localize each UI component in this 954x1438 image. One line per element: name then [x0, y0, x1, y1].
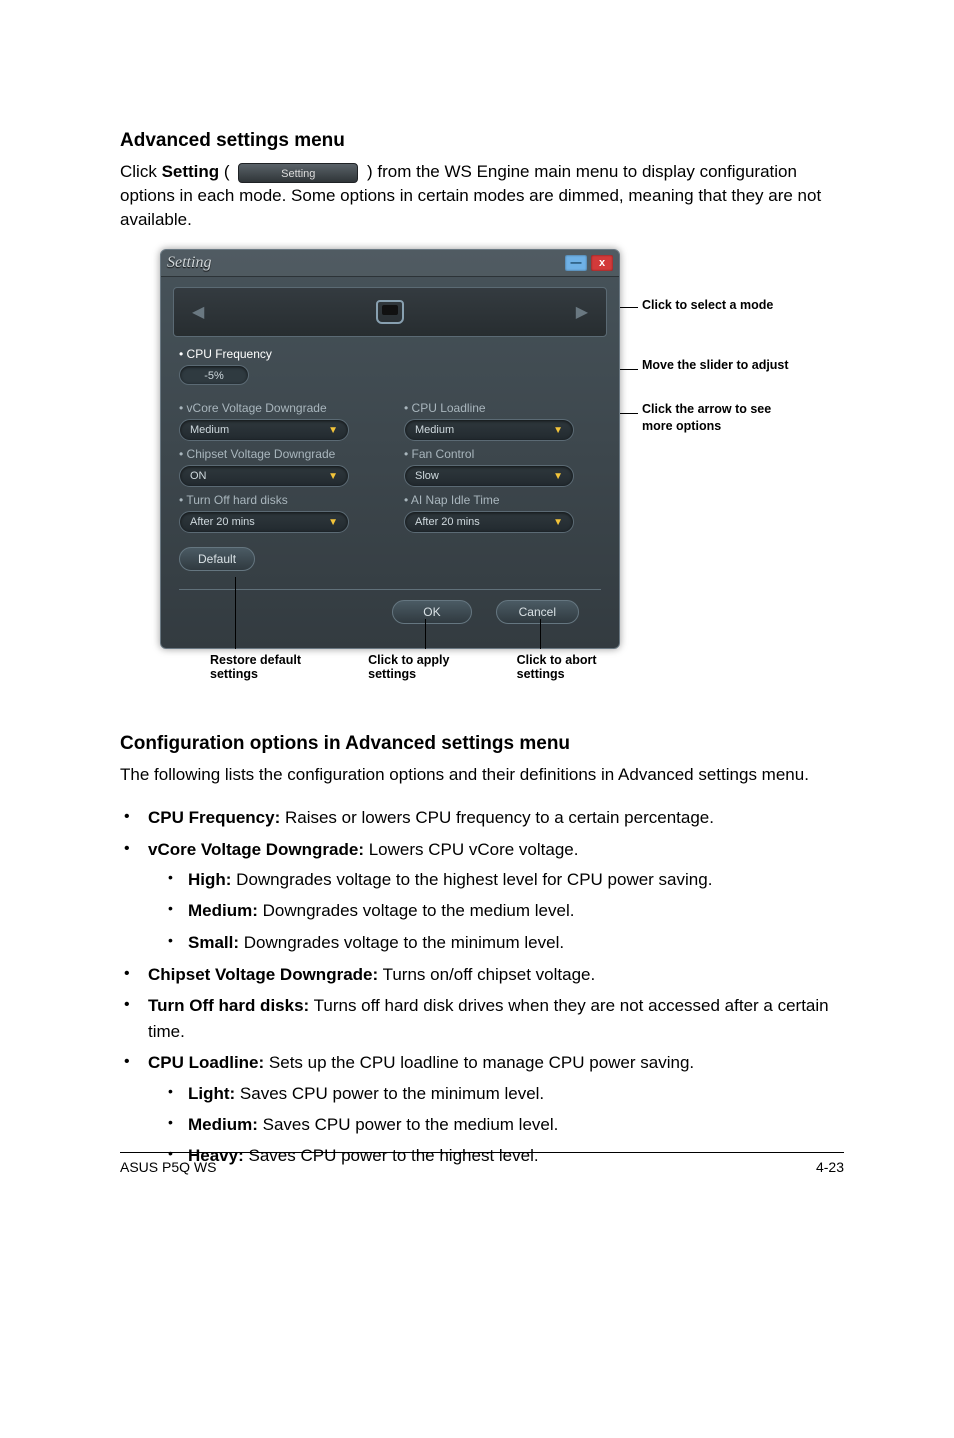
mode-prev-icon[interactable]: ◀ [192, 302, 204, 322]
default-button[interactable]: Default [179, 547, 255, 571]
footer-left: ASUS P5Q WS [120, 1159, 216, 1175]
dropdown-arrow-icon[interactable]: ▼ [328, 471, 338, 482]
close-button[interactable]: x [591, 255, 613, 271]
item-name: Light: [188, 1084, 235, 1103]
advanced-intro-paragraph: Click Setting ( Setting ) from the WS En… [120, 160, 844, 231]
list-item: Medium: Downgrades voltage to the medium… [148, 897, 844, 924]
list-item: vCore Voltage Downgrade: Lowers CPU vCor… [120, 837, 844, 956]
dropdown-arrow-icon[interactable]: ▼ [553, 471, 563, 482]
sub-list: High: Downgrades voltage to the highest … [148, 866, 844, 956]
item-name: vCore Voltage Downgrade: [148, 840, 364, 859]
callout-slider: Move the slider to adjust [642, 357, 789, 373]
callout-apply: Click to apply settings [368, 653, 472, 681]
cancel-button[interactable]: Cancel [496, 600, 579, 624]
callout-select-mode: Click to select a mode [642, 297, 773, 313]
ai-nap-value: After 20 mins [415, 516, 480, 528]
mode-next-icon[interactable]: ▶ [576, 302, 588, 322]
intro-open-paren: ( [219, 162, 234, 181]
item-desc: Raises or lowers CPU frequency to a cert… [280, 808, 714, 827]
item-desc: Turns on/off chipset voltage. [378, 965, 595, 984]
list-item: Turn Off hard disks: Turns off hard disk… [120, 993, 844, 1044]
item-name: Medium: [188, 901, 258, 920]
item-name: CPU Loadline: [148, 1053, 264, 1072]
list-item: Small: Downgrades voltage to the minimum… [148, 929, 844, 956]
item-name: Small: [188, 933, 239, 952]
setting-title: Setting [167, 254, 561, 272]
cpu-frequency-slider-value[interactable]: -5% [179, 365, 249, 385]
cpu-loadline-label: • CPU Loadline [404, 401, 601, 415]
dropdown-arrow-icon[interactable]: ▼ [328, 425, 338, 436]
vcore-downgrade-label: • vCore Voltage Downgrade [179, 401, 376, 415]
ok-button[interactable]: OK [392, 600, 471, 624]
callout-abort: Click to abort settings [517, 653, 620, 681]
turn-off-disks-label: • Turn Off hard disks [179, 493, 376, 507]
ai-nap-dropdown[interactable]: After 20 mins ▼ [404, 511, 574, 533]
intro-pre: Click [120, 162, 162, 181]
mode-icon [376, 300, 404, 324]
item-desc: Downgrades voltage to the medium level. [258, 901, 575, 920]
chipset-downgrade-label: • Chipset Voltage Downgrade [179, 447, 376, 461]
options-list: CPU Frequency: Raises or lowers CPU freq… [120, 805, 844, 1169]
list-item: High: Downgrades voltage to the highest … [148, 866, 844, 893]
cpu-loadline-value: Medium [415, 424, 454, 436]
cpu-loadline-dropdown[interactable]: Medium ▼ [404, 419, 574, 441]
turn-off-disks-value: After 20 mins [190, 516, 255, 528]
item-name: Chipset Voltage Downgrade: [148, 965, 378, 984]
setting-window: Setting — x ◀ ▶ • CPU Frequency -5% • vC… [160, 249, 620, 649]
fan-control-dropdown[interactable]: Slow ▼ [404, 465, 574, 487]
item-desc: Sets up the CPU loadline to manage CPU p… [264, 1053, 694, 1072]
chipset-downgrade-value: ON [190, 470, 207, 482]
fan-control-value: Slow [415, 470, 439, 482]
intro-setting-bold: Setting [162, 162, 220, 181]
config-options-heading: Configuration options in Advanced settin… [120, 733, 844, 755]
item-desc: Saves CPU power to the minimum level. [235, 1084, 544, 1103]
list-item: CPU Frequency: Raises or lowers CPU freq… [120, 805, 844, 831]
item-desc: Saves CPU power to the medium level. [258, 1115, 558, 1134]
item-name: High: [188, 870, 231, 889]
fan-control-label: • Fan Control [404, 447, 601, 461]
vcore-downgrade-value: Medium [190, 424, 229, 436]
footer-right: 4-23 [816, 1159, 844, 1175]
item-name: Medium: [188, 1115, 258, 1134]
item-desc: Downgrades voltage to the minimum level. [239, 933, 564, 952]
list-item: Light: Saves CPU power to the minimum le… [148, 1080, 844, 1107]
callout-arrow: Click the arrow to see more options [642, 401, 782, 434]
item-name: Turn Off hard disks: [148, 996, 309, 1015]
chipset-downgrade-dropdown[interactable]: ON ▼ [179, 465, 349, 487]
item-name: CPU Frequency: [148, 808, 280, 827]
advanced-settings-heading: Advanced settings menu [120, 130, 844, 152]
minimize-button[interactable]: — [565, 255, 587, 271]
config-options-intro: The following lists the configuration op… [120, 763, 844, 787]
setting-button-chip: Setting [238, 163, 358, 183]
turn-off-disks-dropdown[interactable]: After 20 mins ▼ [179, 511, 349, 533]
dropdown-arrow-icon[interactable]: ▼ [328, 517, 338, 528]
page-footer: ASUS P5Q WS 4-23 [120, 1152, 844, 1175]
mode-selector-row[interactable]: ◀ ▶ [173, 287, 607, 337]
list-item: Medium: Saves CPU power to the medium le… [148, 1111, 844, 1138]
dropdown-arrow-icon[interactable]: ▼ [553, 517, 563, 528]
dropdown-arrow-icon[interactable]: ▼ [553, 425, 563, 436]
cpu-frequency-label: • CPU Frequency [179, 347, 601, 361]
item-desc: Lowers CPU vCore voltage. [364, 840, 578, 859]
ai-nap-label: • AI Nap Idle Time [404, 493, 601, 507]
callout-restore: Restore default settings [210, 653, 322, 681]
item-desc: Downgrades voltage to the highest level … [231, 870, 712, 889]
setting-titlebar: Setting — x [161, 250, 619, 277]
list-item: Chipset Voltage Downgrade: Turns on/off … [120, 962, 844, 988]
vcore-downgrade-dropdown[interactable]: Medium ▼ [179, 419, 349, 441]
